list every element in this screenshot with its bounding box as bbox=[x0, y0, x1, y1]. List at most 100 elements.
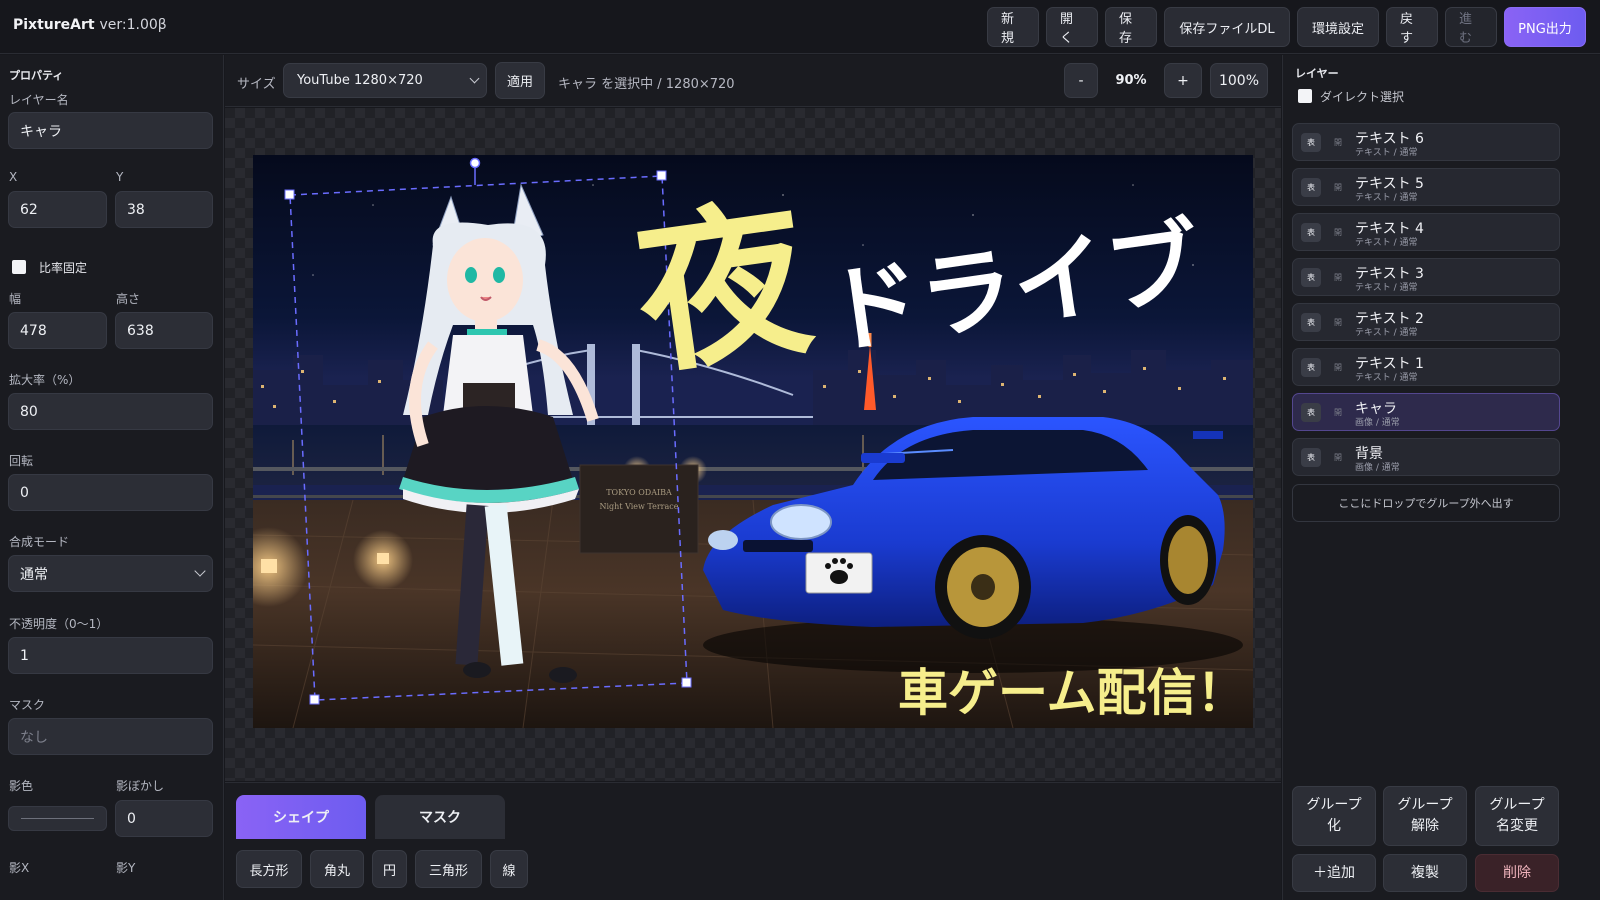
ungroup-button[interactable]: グループ 解除 bbox=[1383, 786, 1467, 846]
opacity-input[interactable]: 1 bbox=[8, 637, 213, 674]
width-label: 幅 bbox=[9, 292, 22, 306]
lock-toggle[interactable]: 開 bbox=[1328, 268, 1348, 287]
visibility-toggle[interactable]: 表 bbox=[1301, 178, 1321, 197]
direct-select-checkbox[interactable] bbox=[1298, 89, 1312, 103]
undo-button[interactable]: 戻す bbox=[1386, 7, 1438, 47]
canvas-area[interactable]: TOKYO ODAIBA Night View Terrace 夜 ドライブ 車… bbox=[225, 108, 1281, 781]
canvas-size-select[interactable]: YouTube 1280×720 bbox=[283, 63, 487, 98]
shadow-color-label: 影色 bbox=[9, 779, 34, 793]
top-bar: PixtureArt ver:1.00β 新規 開く 保存 保存ファイルDL 環… bbox=[0, 0, 1600, 54]
app-title: PixtureArt ver:1.00β bbox=[13, 17, 167, 33]
artboard-image: TOKYO ODAIBA Night View Terrace 夜 ドライブ 車… bbox=[253, 155, 1253, 728]
lock-toggle[interactable]: 開 bbox=[1328, 448, 1348, 467]
monument-text-1: TOKYO ODAIBA bbox=[606, 488, 672, 497]
redo-button[interactable]: 進む bbox=[1445, 7, 1497, 47]
visibility-toggle[interactable]: 表 bbox=[1301, 448, 1321, 467]
title-kanji-text[interactable]: 夜 bbox=[624, 179, 822, 399]
rotate-handle[interactable] bbox=[469, 157, 481, 169]
visibility-toggle[interactable]: 表 bbox=[1301, 313, 1321, 332]
layer-name-input[interactable]: キャラ bbox=[8, 112, 213, 149]
artboard[interactable]: TOKYO ODAIBA Night View Terrace 夜 ドライブ 車… bbox=[253, 155, 1253, 728]
add-rounded-rect-button[interactable]: 角丸 bbox=[310, 850, 364, 888]
lock-toggle[interactable]: 開 bbox=[1328, 223, 1348, 242]
layers-panel: レイヤー ダイレクト選択 表 開 テキスト 6 テキスト / 通常 表 開 テキ… bbox=[1282, 55, 1600, 900]
tab-mask[interactable]: マスク bbox=[375, 795, 505, 839]
visibility-toggle[interactable]: 表 bbox=[1301, 223, 1321, 242]
resize-handle[interactable] bbox=[681, 677, 692, 688]
add-rectangle-button[interactable]: 長方形 bbox=[236, 850, 302, 888]
layer-type: テキスト / 通常 bbox=[1355, 283, 1418, 293]
chevron-down-icon bbox=[469, 73, 480, 84]
new-button[interactable]: 新規 bbox=[987, 7, 1039, 47]
y-input[interactable]: 38 bbox=[115, 191, 213, 228]
layer-item[interactable]: 表 開 テキスト 6 テキスト / 通常 bbox=[1292, 123, 1560, 161]
tab-shape[interactable]: シェイプ bbox=[236, 795, 366, 839]
top-toolbar: 新規 開く 保存 保存ファイルDL 環境設定 戻す 進む PNG出力 bbox=[987, 7, 1586, 47]
width-input[interactable]: 478 bbox=[8, 312, 107, 349]
shadow-color-picker[interactable] bbox=[8, 806, 107, 831]
selection-status: キャラ を選択中 / 1280×720 bbox=[558, 77, 735, 92]
layer-item[interactable]: 表 開 テキスト 4 テキスト / 通常 bbox=[1292, 213, 1560, 251]
lock-toggle[interactable]: 開 bbox=[1328, 313, 1348, 332]
blend-mode-select[interactable]: 通常 bbox=[8, 555, 213, 592]
layer-type: テキスト / 通常 bbox=[1355, 328, 1418, 338]
scale-input[interactable]: 80 bbox=[8, 393, 213, 430]
settings-button[interactable]: 環境設定 bbox=[1297, 7, 1379, 47]
shadow-blur-input[interactable]: 0 bbox=[115, 800, 213, 837]
lock-toggle[interactable]: 開 bbox=[1328, 178, 1348, 197]
rotation-input[interactable]: 0 bbox=[8, 474, 213, 511]
visibility-toggle[interactable]: 表 bbox=[1301, 268, 1321, 287]
layer-item[interactable]: 表 開 テキスト 5 テキスト / 通常 bbox=[1292, 168, 1560, 206]
layer-type: テキスト / 通常 bbox=[1355, 148, 1418, 158]
png-export-button[interactable]: PNG出力 bbox=[1504, 7, 1586, 47]
add-triangle-button[interactable]: 三角形 bbox=[415, 850, 482, 888]
visibility-toggle[interactable]: 表 bbox=[1301, 358, 1321, 377]
resize-handle[interactable] bbox=[284, 189, 295, 200]
visibility-toggle[interactable]: 表 bbox=[1301, 403, 1321, 422]
duplicate-layer-button[interactable]: 複製 bbox=[1383, 854, 1467, 892]
zoom-level: 90% bbox=[1115, 73, 1147, 88]
zoom-out-button[interactable]: - bbox=[1064, 63, 1098, 98]
chevron-down-icon bbox=[194, 565, 206, 577]
mask-input[interactable]: なし bbox=[8, 718, 213, 755]
delete-layer-button[interactable]: 削除 bbox=[1475, 854, 1559, 892]
add-layer-button[interactable]: ＋追加 bbox=[1292, 854, 1376, 892]
layer-item-selected[interactable]: 表 開 キャラ 画像 / 通常 bbox=[1292, 393, 1560, 431]
zoom-reset-button[interactable]: 100% bbox=[1210, 63, 1268, 98]
lock-toggle[interactable]: 開 bbox=[1328, 133, 1348, 152]
subtitle-text[interactable]: 車ゲーム配信！ bbox=[898, 664, 1247, 722]
app-name: PixtureArt bbox=[13, 17, 95, 33]
layer-type: テキスト / 通常 bbox=[1355, 373, 1418, 383]
x-input[interactable]: 62 bbox=[8, 191, 107, 228]
save-button[interactable]: 保存 bbox=[1105, 7, 1157, 47]
mask-label: マスク bbox=[9, 698, 46, 712]
layer-item[interactable]: 表 開 テキスト 1 テキスト / 通常 bbox=[1292, 348, 1560, 386]
ratio-lock-checkbox[interactable] bbox=[12, 260, 26, 274]
shadow-x-label: 影X bbox=[9, 861, 30, 875]
group-button[interactable]: グループ 化 bbox=[1292, 786, 1376, 846]
layers-heading: レイヤー bbox=[1295, 67, 1339, 80]
layer-type: 画像 / 通常 bbox=[1355, 463, 1400, 473]
layer-type: テキスト / 通常 bbox=[1355, 193, 1418, 203]
layer-item[interactable]: 表 開 背景 画像 / 通常 bbox=[1292, 438, 1560, 476]
apply-size-button[interactable]: 適用 bbox=[495, 62, 545, 99]
rename-group-button[interactable]: グループ 名変更 bbox=[1475, 786, 1559, 846]
layer-item[interactable]: 表 開 テキスト 3 テキスト / 通常 bbox=[1292, 258, 1560, 296]
scale-label: 拡大率（%） bbox=[9, 373, 81, 387]
layer-type: テキスト / 通常 bbox=[1355, 238, 1418, 248]
zoom-in-button[interactable]: + bbox=[1164, 63, 1202, 98]
blend-mode-value: 通常 bbox=[20, 566, 48, 583]
height-input[interactable]: 638 bbox=[115, 312, 213, 349]
y-label: Y bbox=[116, 170, 124, 184]
open-button[interactable]: 開く bbox=[1046, 7, 1098, 47]
ungroup-drop-zone[interactable]: ここにドロップでグループ外へ出す bbox=[1292, 484, 1560, 522]
layer-item[interactable]: 表 開 テキスト 2 テキスト / 通常 bbox=[1292, 303, 1560, 341]
lock-toggle[interactable]: 開 bbox=[1328, 403, 1348, 422]
add-line-button[interactable]: 線 bbox=[490, 850, 528, 888]
save-file-download-button[interactable]: 保存ファイルDL bbox=[1164, 7, 1290, 47]
lock-toggle[interactable]: 開 bbox=[1328, 358, 1348, 377]
add-circle-button[interactable]: 円 bbox=[372, 850, 407, 888]
visibility-toggle[interactable]: 表 bbox=[1301, 133, 1321, 152]
resize-handle[interactable] bbox=[309, 694, 320, 705]
resize-handle[interactable] bbox=[656, 170, 667, 181]
